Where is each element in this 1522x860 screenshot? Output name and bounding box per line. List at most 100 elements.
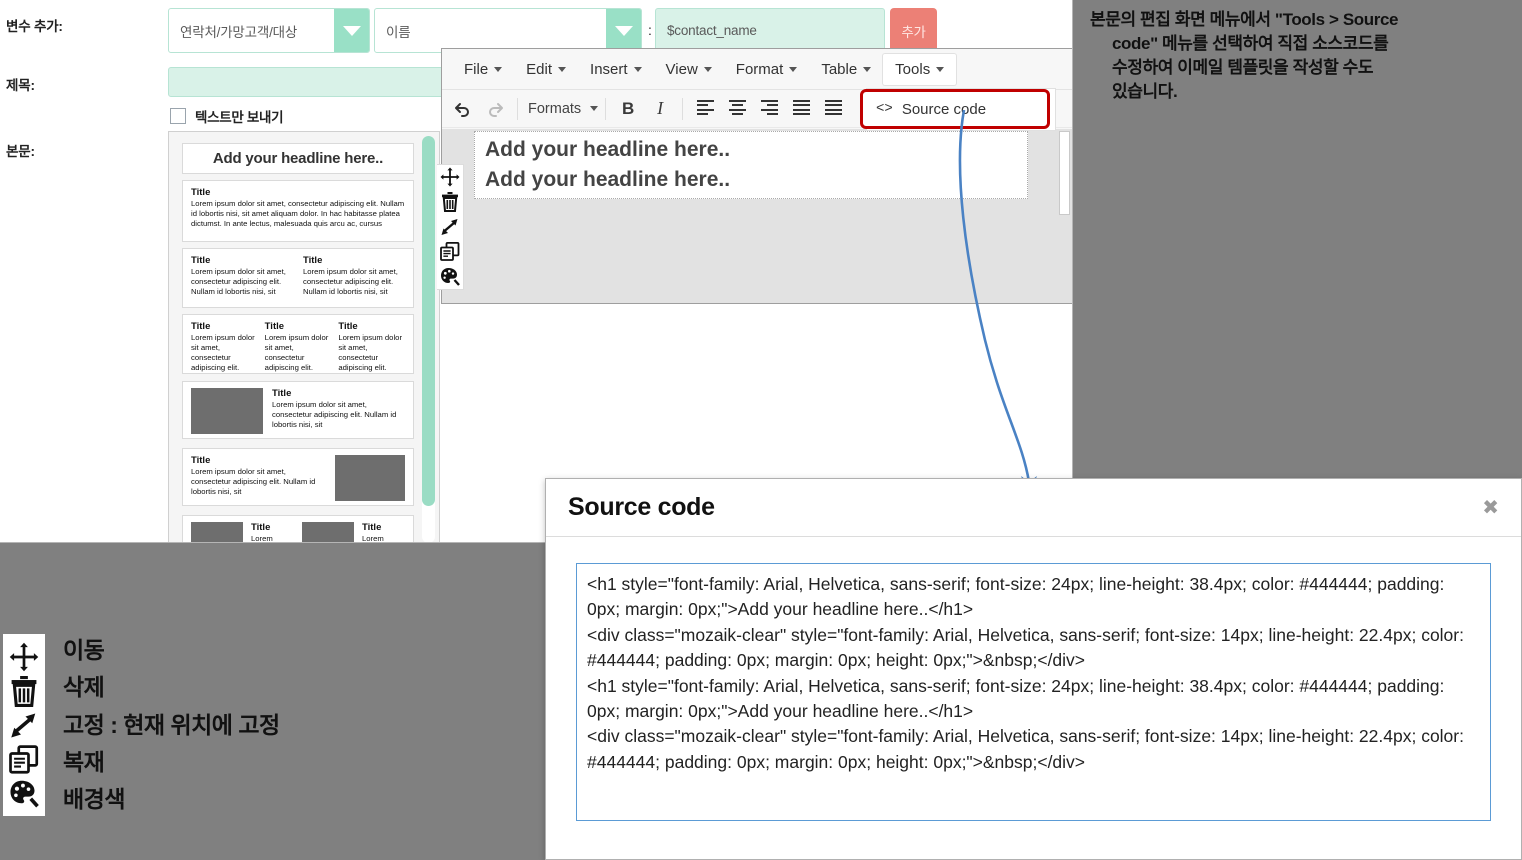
italic-button[interactable]: I bbox=[645, 95, 675, 123]
legend-label-delete: 삭제 bbox=[63, 674, 105, 701]
menu-table[interactable]: Table bbox=[809, 54, 883, 85]
menu-insert[interactable]: Insert bbox=[578, 54, 654, 85]
legend-icon-column bbox=[3, 634, 45, 816]
colon-separator: : bbox=[648, 22, 652, 38]
annotation-line-4: 있습니다. bbox=[1112, 82, 1178, 102]
legend-label-bgcolor: 배경색 bbox=[63, 786, 125, 813]
trash-icon bbox=[8, 674, 40, 708]
dialog-title: Source code bbox=[568, 493, 715, 521]
chevron-down-icon[interactable] bbox=[606, 9, 641, 52]
pin-icon bbox=[8, 708, 40, 742]
chevron-down-icon bbox=[633, 66, 642, 72]
legend-label-move: 이동 bbox=[63, 637, 105, 663]
menu-format[interactable]: Format bbox=[724, 54, 810, 85]
editor-scrollbar[interactable] bbox=[1059, 131, 1070, 215]
palette-icon bbox=[8, 776, 40, 810]
menu-table-label: Table bbox=[821, 60, 858, 78]
source-code-dialog: Source code ✖ <h1 style="font-family: Ar… bbox=[545, 478, 1522, 860]
icon-legend: 이동 삭제 고정 : 현재 위치에 고정 복재 배경색 bbox=[3, 634, 280, 816]
template-scrollbar-thumb[interactable] bbox=[422, 136, 435, 506]
pin-icon[interactable] bbox=[439, 216, 461, 238]
redo-icon[interactable] bbox=[480, 95, 510, 123]
add-variable-button[interactable]: 추가 bbox=[890, 8, 937, 53]
annotation-line-2: code" 메뉴를 선택하여 직접 소스코드를 bbox=[1112, 34, 1389, 54]
menu-file[interactable]: File bbox=[452, 54, 514, 85]
variable-field-value: 이름 bbox=[386, 24, 411, 40]
menu-edit[interactable]: Edit bbox=[514, 54, 578, 85]
menu-insert-label: Insert bbox=[590, 60, 628, 78]
template-title: Title bbox=[191, 321, 211, 332]
variable-token-field[interactable]: $contact_name bbox=[655, 8, 885, 53]
chevron-down-icon bbox=[789, 66, 798, 72]
menu-view-label: View bbox=[665, 60, 698, 78]
template-title: Title bbox=[303, 255, 323, 266]
bold-button[interactable]: B bbox=[613, 95, 643, 123]
email-compose-panel: 변수 추가: 제목: 본문: 연락처/가망고객/대상 이름 : $contact… bbox=[0, 0, 1073, 543]
trash-icon[interactable] bbox=[439, 191, 461, 213]
editor-headline-block[interactable]: Add your headline here.. Add your headli… bbox=[474, 131, 1028, 199]
align-center-icon[interactable] bbox=[722, 95, 752, 123]
image-placeholder bbox=[302, 522, 354, 542]
palette-icon[interactable] bbox=[439, 266, 461, 288]
align-justify-icon[interactable] bbox=[786, 95, 816, 123]
menu-tools[interactable]: Tools bbox=[883, 53, 957, 85]
legend-label-column: 이동 삭제 고정 : 현재 위치에 고정 복재 배경색 bbox=[63, 634, 280, 816]
formats-dropdown[interactable]: Formats bbox=[525, 95, 599, 123]
legend-label-duplicate: 복재 bbox=[63, 748, 105, 775]
image-placeholder bbox=[335, 455, 405, 501]
menu-tools-label: Tools bbox=[895, 60, 931, 78]
template-body: Lorem ipsum dolor sit amet, consectetur … bbox=[338, 333, 403, 373]
text-only-checkbox-row[interactable]: 텍스트만 보내기 bbox=[170, 106, 284, 126]
text-only-checkbox[interactable] bbox=[170, 108, 186, 124]
template-block-image-right[interactable]: Title Lorem ipsum dolor sit amet, consec… bbox=[182, 448, 414, 506]
formats-label: Formats bbox=[528, 100, 582, 117]
chevron-down-icon[interactable] bbox=[334, 9, 369, 52]
variable-field-select[interactable]: 이름 bbox=[374, 8, 642, 53]
duplicate-icon[interactable] bbox=[439, 241, 461, 263]
template-block-headline[interactable]: Add your headline here.. bbox=[182, 143, 414, 174]
move-icon[interactable] bbox=[439, 166, 461, 188]
subject-label: 제목: bbox=[6, 78, 35, 93]
menu-edit-label: Edit bbox=[526, 60, 553, 78]
editor-headline-1: Add your headline here.. bbox=[485, 138, 731, 161]
undo-icon[interactable] bbox=[448, 95, 478, 123]
editor-headline-2: Add your headline here.. bbox=[485, 168, 731, 191]
close-icon[interactable]: ✖ bbox=[1482, 495, 1499, 520]
template-block-text[interactable]: Title Lorem ipsum dolor sit amet, consec… bbox=[182, 180, 414, 242]
align-left-icon[interactable] bbox=[690, 95, 720, 123]
chevron-down-icon bbox=[494, 66, 503, 72]
block-tools-toolbar[interactable] bbox=[437, 164, 464, 290]
template-title: Title bbox=[272, 388, 292, 399]
template-title: Title bbox=[251, 522, 271, 533]
align-right-icon[interactable] bbox=[754, 95, 784, 123]
rich-text-editor: File Edit Insert View Format Table Tools… bbox=[441, 48, 1072, 304]
move-icon bbox=[8, 640, 40, 674]
variable-add-label: 변수 추가: bbox=[6, 19, 63, 34]
dialog-body: <h1 style="font-family: Arial, Helvetica… bbox=[546, 537, 1521, 821]
variable-source-value: 연락처/가망고객/대상 bbox=[180, 24, 298, 40]
chevron-down-icon bbox=[590, 106, 599, 111]
source-code-label: Source code bbox=[901, 100, 987, 118]
align-overflow-icon[interactable] bbox=[818, 95, 848, 123]
template-body: Lorem ipsum dolor sit amet, consectetur … bbox=[303, 267, 398, 297]
menu-format-label: Format bbox=[735, 60, 784, 78]
chevron-down-icon bbox=[936, 66, 945, 72]
template-title: Title bbox=[191, 187, 211, 198]
variable-source-select[interactable]: 연락처/가망고객/대상 bbox=[168, 8, 370, 53]
duplicate-icon bbox=[8, 742, 40, 776]
template-block-two-image[interactable]: Title Lorem Title Lorem bbox=[182, 515, 414, 543]
template-block-three-col[interactable]: Title Lorem ipsum dolor sit amet, consec… bbox=[182, 314, 414, 374]
source-code-textarea[interactable]: <h1 style="font-family: Arial, Helvetica… bbox=[576, 563, 1491, 821]
template-block-two-col[interactable]: Title Lorem ipsum dolor sit amet, consec… bbox=[182, 248, 414, 308]
template-body: Lorem ipsum dolor sit amet, consectetur … bbox=[191, 333, 255, 373]
template-body: Lorem ipsum dolor sit amet, consectetur … bbox=[272, 400, 397, 430]
annotation-line-3: 수정하여 이메일 템플릿을 작성할 수도 bbox=[1112, 58, 1374, 78]
template-block-image-left[interactable]: Title Lorem ipsum dolor sit amet, consec… bbox=[182, 381, 414, 439]
toolbar-separator bbox=[517, 97, 518, 120]
editor-menubar: File Edit Insert View Format Table Tools bbox=[442, 49, 1072, 90]
editor-content-area[interactable]: Add your headline here.. Add your headli… bbox=[442, 129, 1072, 303]
menu-view[interactable]: View bbox=[654, 54, 724, 85]
template-block-picker[interactable]: Add your headline here.. Title Lorem ips… bbox=[168, 131, 440, 543]
template-body: Lorem bbox=[251, 534, 273, 543]
menu-item-source-code[interactable]: <> Source code bbox=[860, 89, 1050, 129]
